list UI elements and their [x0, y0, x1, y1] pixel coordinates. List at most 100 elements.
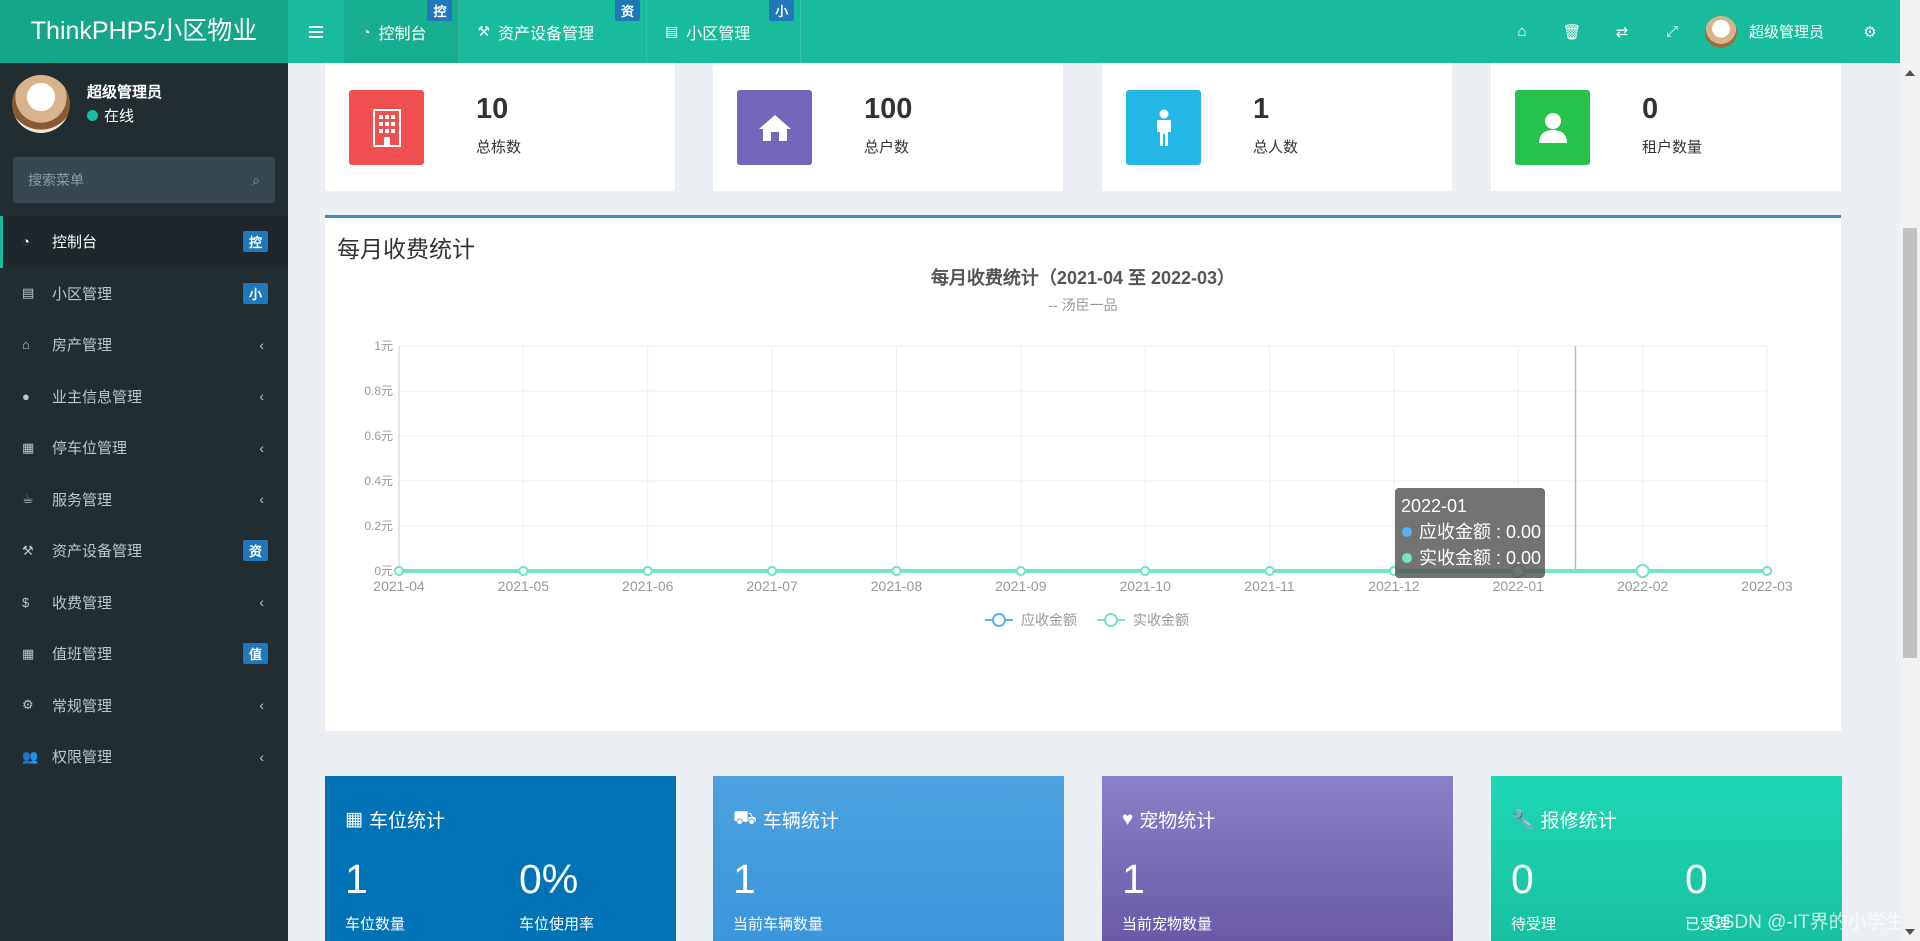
tab-dashboard[interactable]: ◔ 控制台 控 — [344, 0, 460, 63]
vehicle-stats-box: ⛟ 车辆统计 1 当前车辆数量 — [713, 776, 1064, 941]
legend-label: 应收金额 — [1021, 612, 1077, 628]
tab-badge: 资 — [615, 0, 641, 21]
stat-value: 100 — [864, 93, 913, 125]
sidebar-item-fees[interactable]: $ 收费管理 ‹ — [0, 577, 288, 629]
header-user-menu[interactable]: 超级管理员 — [1697, 15, 1840, 48]
sidebar-item-assets[interactable]: ⚒ 资产设备管理 资 — [0, 525, 288, 577]
legend-marker — [1104, 613, 1118, 627]
tab-label: 控制台 — [378, 25, 427, 43]
list-icon: ▤ — [22, 285, 35, 301]
x-tick-label: 2022-02 — [1617, 578, 1669, 594]
chart-series — [394, 564, 1772, 578]
trash-icon[interactable]: 🗑 — [1547, 0, 1597, 63]
page-scrollbar[interactable] — [1900, 0, 1920, 941]
sidebar-item-property[interactable]: ⌂ 房产管理 ‹ — [0, 319, 288, 371]
scrollbar-thumb[interactable] — [1903, 228, 1917, 658]
box-title: 🔧 报修统计 — [1511, 806, 1617, 833]
tab-assets[interactable]: ⚒ 资产设备管理 资 — [459, 0, 648, 63]
stat-label: 当前宠物数量 — [1122, 916, 1213, 933]
fullscreen-icon[interactable]: ⤢ — [1647, 0, 1697, 63]
chart-title: 每月收费统计（2021-04 至 2022-03） — [931, 267, 1235, 288]
monthly-fee-chart[interactable]: 每月收费统计（2021-04 至 2022-03） -- 汤臣一品 0元 0.2元… — [325, 258, 1841, 728]
box-title: ⛟ 车辆统计 — [733, 806, 839, 833]
x-tick-label: 2021-05 — [498, 578, 550, 594]
truck-icon: ⛟ — [733, 807, 757, 829]
heart-icon: ♥ — [1122, 808, 1134, 830]
header-actions: ⌂ 🗑 ⇄ ⤢ 超级管理员 ⚙ — [1497, 0, 1900, 63]
dollar-icon: $ — [22, 594, 30, 610]
sidebar-item-label: 房产管理 — [52, 337, 113, 355]
home-icon[interactable]: ⌂ — [1497, 0, 1547, 63]
sidebar-item-general[interactable]: ⚙ 常规管理 ‹ — [0, 680, 288, 732]
data-point — [891, 566, 902, 576]
tooltip-title: 2022-01 — [1401, 496, 1467, 516]
translate-icon[interactable]: ⇄ — [1597, 0, 1647, 63]
x-tick-label: 2021-10 — [1119, 578, 1171, 594]
chevron-left-icon: ‹ — [259, 388, 264, 405]
stat-label: 总户数 — [864, 139, 910, 156]
y-tick-label: 0元 — [374, 564, 393, 578]
x-tick-label: 2021-11 — [1244, 578, 1295, 594]
user-status: 在线 — [87, 105, 134, 126]
tooltip-line: 应收金额 : 0.00 — [1419, 522, 1541, 542]
sidebar-user-name: 超级管理员 — [87, 84, 163, 101]
data-point — [1762, 566, 1772, 576]
sidebar-item-community[interactable]: ▤ 小区管理 小 — [0, 268, 288, 320]
tab-label: 资产设备管理 — [498, 25, 595, 43]
scroll-up-icon[interactable] — [1905, 70, 1915, 76]
stat-box-tenants: 0 租户数量 — [1491, 63, 1841, 191]
search-icon[interactable]: ⌕ — [252, 172, 260, 189]
tooltip-dot — [1402, 527, 1412, 537]
sidebar-item-permission[interactable]: 👥 权限管理 ‹ — [0, 731, 288, 783]
monthly-fee-panel: 每月收费统计 每月收费统计（2021-04 至 2022-03） -- 汤臣一品… — [325, 215, 1841, 731]
stat-label: 租户数量 — [1642, 139, 1703, 156]
stat-value: 0 — [1685, 856, 1708, 902]
sidebar-toggle-button[interactable] — [288, 0, 344, 63]
list-icon: ▤ — [665, 23, 679, 39]
sidebar-item-owner[interactable]: ● 业主信息管理 ‹ — [0, 371, 288, 423]
app-logo[interactable]: ThinkPHP5小区物业 — [0, 0, 288, 63]
scroll-down-icon[interactable] — [1905, 929, 1915, 935]
cogs-icon[interactable]: ⚙ — [1840, 0, 1900, 63]
nav-tabs: ◔ 控制台 控 ⚒ 资产设备管理 资 ▤ 小区管理 小 — [344, 0, 802, 63]
chart-legend: 应收金额 实收金额 — [985, 612, 1189, 628]
sidebar-item-label: 资产设备管理 — [52, 543, 143, 561]
box-title-text: 宠物统计 — [1139, 811, 1216, 832]
y-tick-label: 0.4元 — [364, 474, 393, 488]
calendar-icon: ▦ — [22, 645, 35, 661]
x-tick-label: 2021-08 — [871, 578, 923, 594]
sidebar-item-badge: 小 — [242, 282, 268, 304]
stat-value: 10 — [476, 93, 509, 125]
sidebar-item-badge: 控 — [242, 231, 268, 253]
stat-label: 当前车辆数量 — [733, 916, 824, 933]
gavel-icon: ⚒ — [22, 542, 34, 558]
sidebar-item-label: 停车位管理 — [52, 440, 128, 458]
tooltip-dot — [1402, 553, 1412, 563]
sidebar-item-service[interactable]: ☕ 服务管理 ‹ — [0, 474, 288, 526]
sidebar-item-label: 值班管理 — [52, 646, 113, 664]
stat-box-buildings: 10 总栋数 — [325, 63, 675, 191]
sidebar-item-label: 服务管理 — [52, 491, 113, 509]
data-point — [518, 566, 529, 576]
parking-stats-box: ▦ 车位统计 1 车位数量 0% 车位使用率 — [325, 776, 676, 941]
sidebar-item-badge: 值 — [242, 643, 268, 665]
search-input[interactable]: 搜索菜单 ⌕ — [13, 157, 275, 203]
avatar — [12, 75, 70, 133]
chevron-left-icon: ‹ — [259, 748, 264, 765]
chevron-left-icon: ‹ — [259, 594, 264, 611]
stat-box-people: 1 总人数 — [1102, 63, 1452, 191]
chevron-left-icon: ‹ — [259, 697, 264, 714]
sidebar-item-parking[interactable]: ▦ 停车位管理 ‹ — [0, 422, 288, 474]
tab-community[interactable]: ▤ 小区管理 小 — [647, 0, 802, 63]
tooltip-line: 实收金额 : 0.00 — [1419, 548, 1541, 568]
sidebar-item-label: 业主信息管理 — [52, 388, 143, 406]
sidebar-item-badge: 资 — [242, 540, 268, 562]
user-panel: 超级管理员 在线 — [12, 75, 282, 135]
stat-value: 0% — [519, 856, 579, 902]
chart-subtitle: -- 汤臣一品 — [1048, 297, 1117, 313]
users-icon: 👥 — [22, 748, 39, 764]
sidebar-item-duty[interactable]: ▦ 值班管理 值 — [0, 628, 288, 680]
tab-badge: 控 — [427, 0, 453, 21]
box-title: ▦ 车位统计 — [345, 806, 445, 833]
sidebar-item-dashboard[interactable]: ◔ 控制台 控 — [0, 216, 288, 268]
